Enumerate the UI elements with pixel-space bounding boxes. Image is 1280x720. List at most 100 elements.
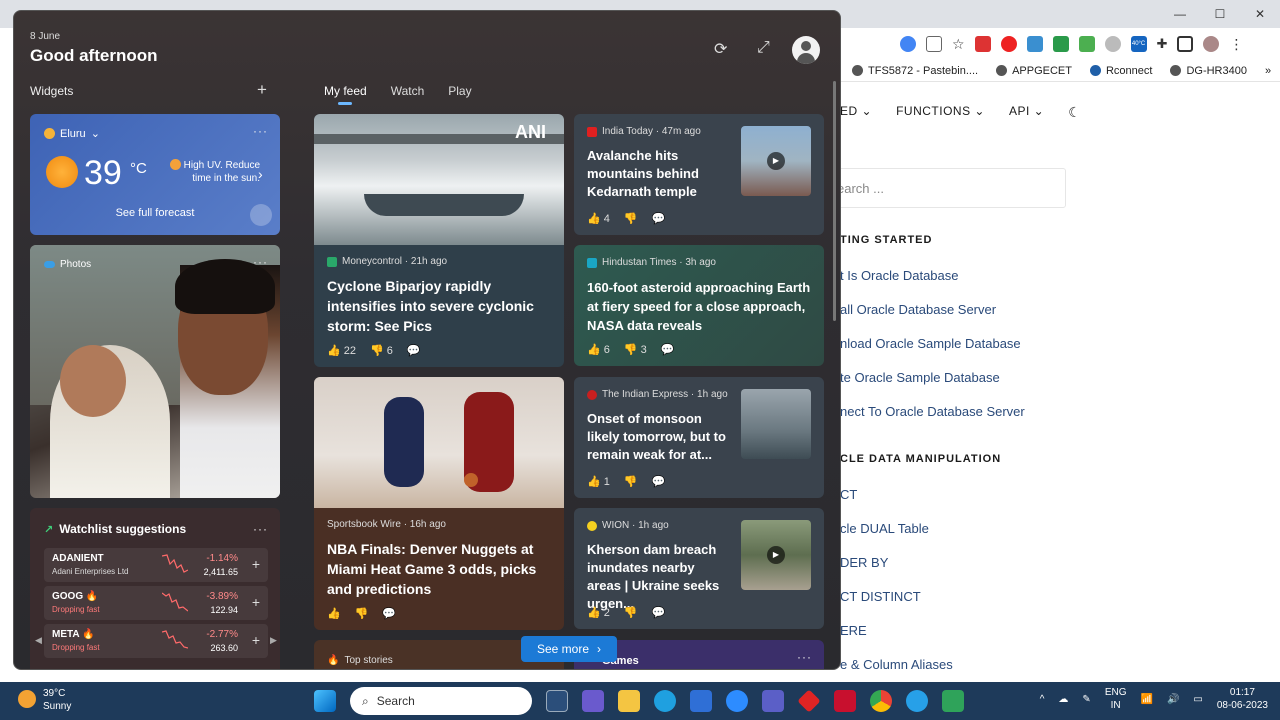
more-options-icon[interactable]: ··· [253,124,268,138]
like-button[interactable]: 👍 [327,607,341,620]
stock-row[interactable]: META 🔥 Dropping fast -2.77% 263.60 + [44,624,268,658]
shield-check-icon[interactable] [1078,36,1095,52]
sidebar-link[interactable]: ERE [840,623,867,638]
teams-chat-icon[interactable] [582,690,604,712]
comment-icon[interactable]: 💬 [652,475,666,488]
add-stock-icon[interactable]: + [252,632,260,648]
sidebar-link[interactable]: t Is Oracle Database [840,268,959,283]
comment-icon[interactable]: 💬 [382,607,396,620]
weather-map-icon[interactable] [250,204,272,226]
puzzle-icon[interactable]: ✚ [1157,36,1168,52]
weather-extension-icon[interactable]: 40°C [1130,36,1147,52]
carousel-prev-icon[interactable]: ◀ [35,635,42,646]
language-indicator[interactable]: ENG IN [1105,686,1127,712]
teams-icon[interactable] [762,690,784,712]
see-more-button[interactable]: See more › [521,636,617,662]
extension-blue-icon[interactable] [1026,36,1043,52]
clock[interactable]: 01:17 08-06-2023 [1217,686,1268,712]
google-icon[interactable] [900,36,916,52]
avatar[interactable] [792,36,820,64]
profile-avatar[interactable] [1203,36,1220,52]
more-options-icon[interactable]: ··· [253,255,268,269]
onedrive-icon[interactable]: ☁ [1058,694,1068,705]
like-button[interactable]: 👍 2 [587,606,610,619]
like-button[interactable]: 👍 22 [327,344,356,357]
sidebar-link[interactable]: te Oracle Sample Database [840,370,1000,385]
taskbar-search[interactable]: ⌕ Search [350,687,532,715]
maximize-icon[interactable]: ☐ [1200,0,1240,28]
comment-icon[interactable]: 💬 [407,344,421,357]
bookmark-item[interactable]: TFS5872 - Pastebin.... [852,65,978,77]
news-headline[interactable]: Onset of monsoon likely tomorrow, but to… [587,410,732,464]
news-headline[interactable]: Avalanche hits mountains behind Kedarnat… [587,147,727,201]
nav-item[interactable]: API ⌄ [1009,104,1044,121]
tab-my-feed[interactable]: My feed [324,84,367,105]
news-headline[interactable]: Cyclone Biparjoy rapidly intensifies int… [327,276,552,336]
close-icon[interactable]: ✕ [1240,0,1280,28]
chrome-icon[interactable] [870,690,892,712]
tab-play[interactable]: Play [448,84,471,98]
weather-location[interactable]: Eluru ⌄ [44,127,100,140]
news-card[interactable]: WION · 1h ago Kherson dam breach inundat… [574,508,824,629]
play-icon[interactable]: ▶ [767,152,785,170]
dislike-button[interactable]: 👎 [624,212,638,225]
file-explorer-icon[interactable] [618,690,640,712]
news-headline[interactable]: 160-foot asteroid approaching Earth at f… [587,278,812,335]
news-headline[interactable]: Kherson dam breach inundates nearby area… [587,541,732,613]
more-options-icon[interactable]: ··· [797,650,812,664]
task-view-icon[interactable] [546,690,568,712]
news-card-large[interactable]: Sportsbook Wire · 16h ago NBA Finals: De… [314,377,564,630]
zoom-icon[interactable] [726,690,748,712]
dislike-button[interactable]: 👎 [355,607,369,620]
news-card[interactable]: Hindustan Times · 3h ago 160-foot astero… [574,245,824,366]
refresh-icon[interactable]: ⟳ [714,39,727,59]
anydesk-icon[interactable] [797,689,821,713]
sidebar-link[interactable]: DER BY [840,555,888,570]
mcafee-icon[interactable] [834,690,856,712]
scrollbar[interactable] [833,81,836,321]
dislike-button[interactable]: 👎 6 [370,344,393,357]
comment-icon[interactable]: 💬 [661,343,675,356]
minimize-icon[interactable]: — [1160,0,1200,28]
comment-icon[interactable]: 💬 [652,212,666,225]
sidebar-link[interactable]: nload Oracle Sample Database [840,336,1021,351]
bookmark-item[interactable]: DG-HR3400 [1170,65,1247,77]
tab-watch[interactable]: Watch [391,84,425,98]
photos-widget[interactable]: Photos ··· [30,245,280,498]
like-button[interactable]: 👍 4 [587,212,610,225]
extension-green-icon[interactable] [1052,36,1069,52]
volume-icon[interactable]: 🔊 [1167,694,1179,705]
news-card[interactable]: The Indian Express · 1h ago Onset of mon… [574,377,824,498]
see-full-forecast-link[interactable]: See full forecast [30,207,280,219]
site-search-input[interactable]: earch ... [830,168,1066,208]
nav-item[interactable]: FUNCTIONS ⌄ [896,104,985,121]
bookmark-item[interactable]: Rconnect [1089,65,1152,77]
chevron-up-icon[interactable]: ^ [1040,694,1045,705]
dislike-button[interactable]: 👎 3 [624,343,647,356]
news-headline[interactable]: NBA Finals: Denver Nuggets at Miami Heat… [327,539,552,599]
windows-start-icon[interactable] [314,690,336,712]
news-card-large[interactable]: ANI Moneycontrol · 21h ago Cyclone Bipar… [314,114,564,367]
add-stock-icon[interactable]: + [252,594,260,610]
more-bookmarks-icon[interactable]: » [1265,65,1271,77]
more-options-icon[interactable]: ··· [253,522,268,536]
sidebar-link[interactable]: cle DUAL Table [840,521,929,536]
expand-icon[interactable]: ⤢ [757,39,770,57]
share-icon[interactable] [926,36,942,52]
sidepanel-icon[interactable] [1177,36,1194,52]
sidebar-link[interactable]: e & Column Aliases [840,657,953,672]
edge-icon[interactable] [654,690,676,712]
moon-icon[interactable]: ☾ [1068,104,1081,121]
sidebar-link[interactable]: CT [840,487,857,502]
star-icon[interactable]: ☆ [952,36,965,53]
like-button[interactable]: 👍 6 [587,343,610,356]
dislike-button[interactable]: 👎 [624,606,638,619]
like-button[interactable]: 👍 1 [587,475,610,488]
stock-row[interactable]: GOOG 🔥 Dropping fast -3.89% 122.94 + [44,586,268,620]
extension-red-icon[interactable] [1000,36,1017,52]
sidebar-link[interactable]: CT DISTINCT [840,589,921,604]
stock-row[interactable]: ADANIENT Adani Enterprises Ltd -1.14% 2,… [44,548,268,582]
weather-widget[interactable]: Eluru ⌄ ··· 39 °C High UV. Reduce time i… [30,114,280,235]
add-widget-icon[interactable]: + [257,80,267,100]
wifi-icon[interactable]: 📶 [1140,694,1152,705]
